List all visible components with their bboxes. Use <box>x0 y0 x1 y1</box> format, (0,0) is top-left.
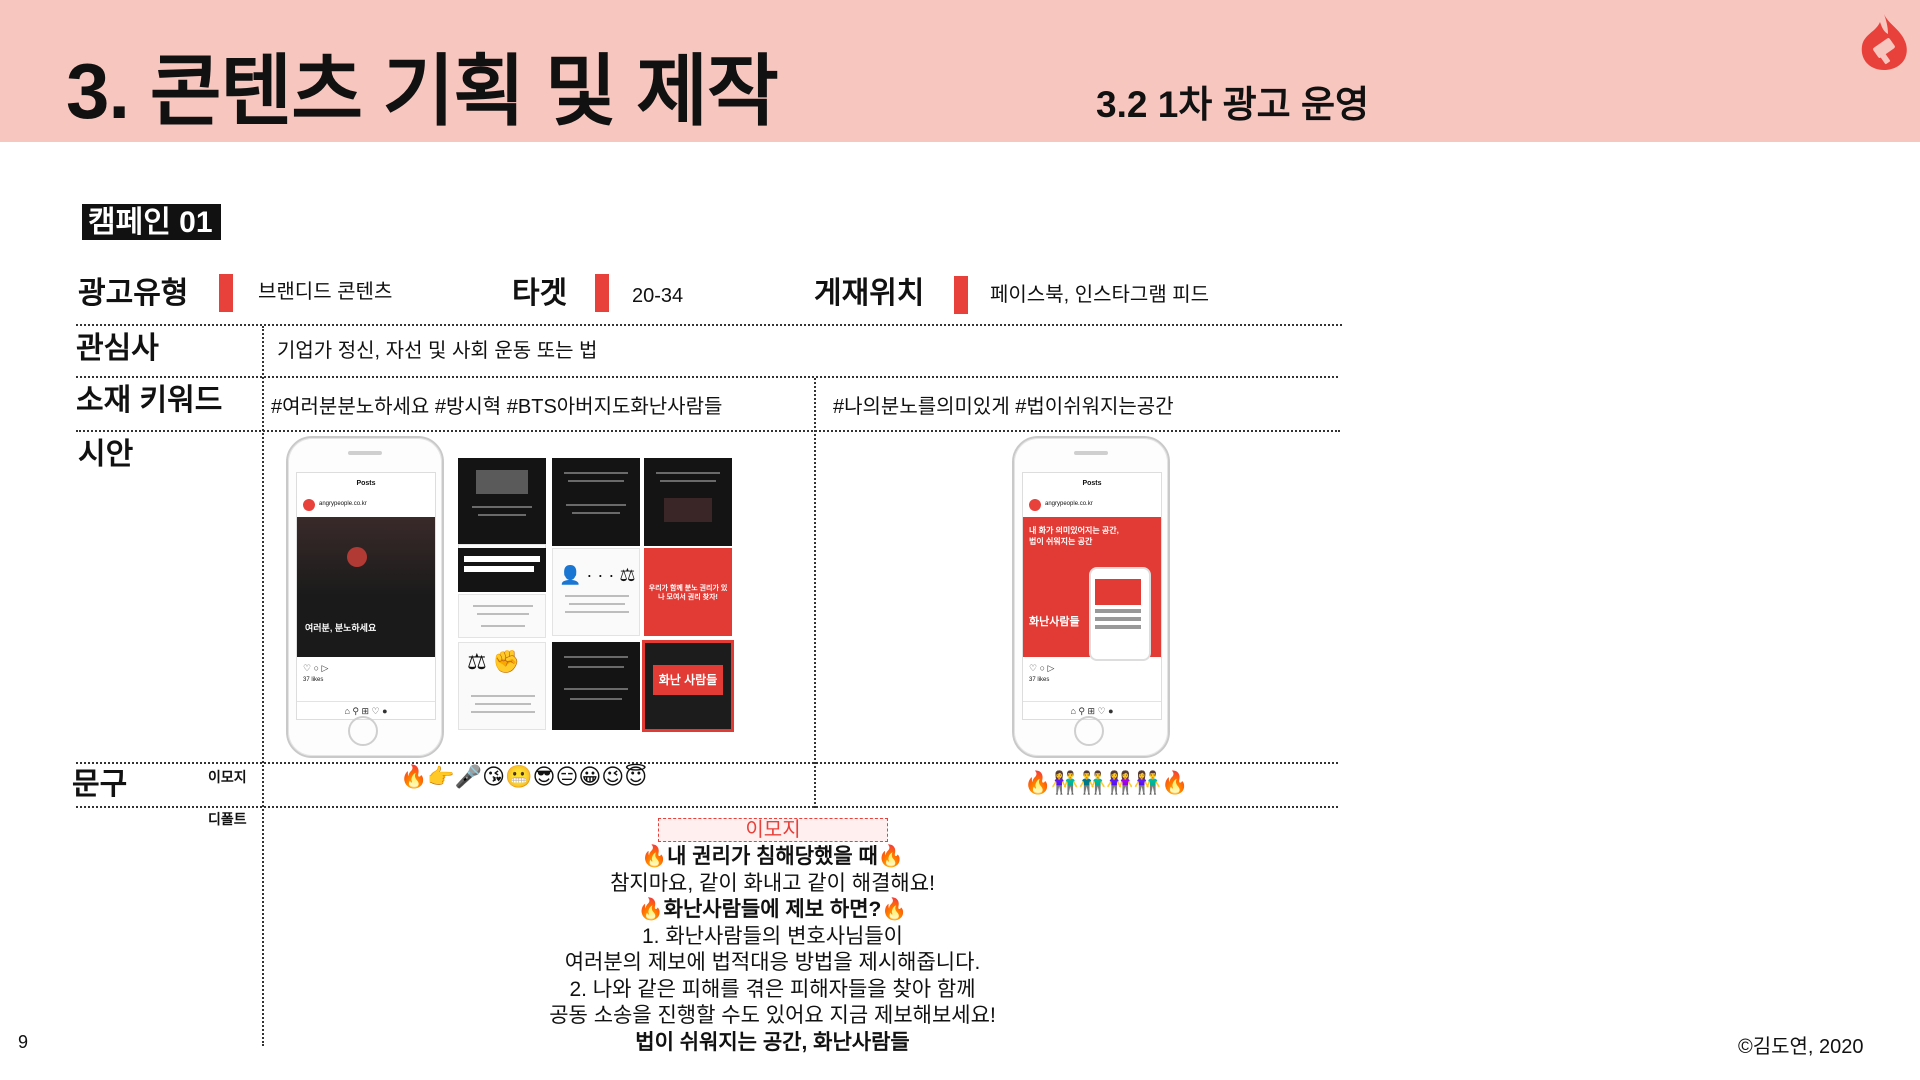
divider <box>76 324 1342 326</box>
page-number: 9 <box>18 1032 29 1052</box>
card-tile <box>458 458 546 546</box>
copy-line: 참지마요, 같이 화내고 같이 해결해요! <box>610 871 935 895</box>
card-tile <box>458 594 546 638</box>
default-label: 디폴트 <box>208 811 247 827</box>
post-image: 내 화가 의미있어지는 공간, 법이 쉬워지는 공간 화난사람들 <box>1023 517 1161 661</box>
column-divider <box>814 378 816 808</box>
phone-screen: Posts angrypeople.co.kr 내 화가 의미있어지는 공간, … <box>1022 472 1162 720</box>
copy-line: 공동 소송을 진행할 수도 있어요 지금 제보해보세요! <box>549 1004 996 1027</box>
emoji-right: 🔥👫👬👭👫🔥 <box>1024 771 1189 796</box>
post-headline: 내 화가 의미있어지는 공간, 법이 쉬워지는 공간 <box>1029 526 1119 546</box>
emoji-tag: 이모지 <box>658 818 888 842</box>
target-label: 타겟 <box>512 277 568 310</box>
card-tile: 👤 · · · ⚖ <box>552 548 640 636</box>
post-actions-icon: ♡ ○ ▷ <box>1029 663 1055 673</box>
divider <box>76 430 1340 432</box>
ad-copy-text: 🔥내 권리가 침해당했을 때🔥 참지마요, 같이 화내고 같이 해결해요! 🔥화… <box>420 844 1125 1056</box>
post-actions-icon: ♡ ○ ▷ <box>303 663 329 673</box>
home-button <box>1074 716 1104 746</box>
placement-value: 페이스북, 인스타그램 피드 <box>990 284 1210 306</box>
copy-line: 1. 화난사람들의 변호사님들이 <box>641 924 904 948</box>
card-photo <box>476 470 528 494</box>
divider <box>76 762 1338 764</box>
card-tile <box>552 642 640 730</box>
card-tile-red: 우리가 함께 분노 권리가 있나 모여서 권리 찾자! <box>644 548 732 636</box>
copyright: ©김도연, 2020 <box>1738 1036 1864 1058</box>
divider <box>76 806 1338 808</box>
profile-avatar <box>1029 499 1041 511</box>
final-card-text: 화난 사람들 <box>653 665 723 695</box>
inner-phone <box>1089 567 1151 661</box>
person-scale-icon: 👤 · · · ⚖ <box>559 565 636 585</box>
emoji-left: 🔥👉🎤😘😬😎😑😀😉😇 <box>400 765 648 790</box>
campaign-label: 캠페인 01 <box>82 204 221 240</box>
interest-value: 기업가 정신, 자선 및 사회 운동 또는 법 <box>277 340 598 362</box>
account-name: angrypeople.co.kr <box>319 501 367 507</box>
phone-screen: Posts angrypeople.co.kr 여러분, 분노하세요 ♡ ○ ▷… <box>296 472 436 720</box>
flame-logo-icon <box>1861 14 1907 70</box>
copy-line: 여러분의 제보에 법적대응 방법을 제시해줍니다. <box>564 951 981 974</box>
target-marker <box>595 274 609 312</box>
post-header: Posts <box>356 480 376 487</box>
likes-count: 37 likes <box>303 677 324 683</box>
mockup-label: 시안 <box>78 438 134 471</box>
copy-line: 2. 나와 같은 피해를 겪은 피해자들을 찾아 함께 <box>569 977 976 1001</box>
ad-type-value: 브랜디드 콘텐츠 <box>258 281 393 303</box>
copy-line: 법이 쉬워지는 공간, 화난사람들 <box>635 1030 910 1054</box>
placement-label: 게재위치 <box>814 277 925 310</box>
post-image: 여러분, 분노하세요 <box>297 517 435 657</box>
profile-avatar <box>303 499 315 511</box>
page-title: 3. 콘텐츠 기획 및 제작 <box>66 47 779 135</box>
protest-illustration-icon: ⚖ ✊ <box>467 649 521 674</box>
card-photo <box>664 498 712 522</box>
inner-headline: 화난사람들 <box>1029 616 1080 628</box>
post-headline: 여러분, 분노하세요 <box>305 623 377 633</box>
home-button <box>348 716 378 746</box>
phone-mockup-left: Posts angrypeople.co.kr 여러분, 분노하세요 ♡ ○ ▷… <box>286 436 444 758</box>
ad-type-marker <box>219 274 233 312</box>
keyword-label: 소재 키워드 <box>76 384 223 417</box>
card-tile <box>644 458 732 546</box>
account-name: angrypeople.co.kr <box>1045 501 1093 507</box>
emoji-label: 이모지 <box>208 769 247 785</box>
card-tile-final: 화난 사람들 <box>642 640 734 732</box>
interest-label: 관심사 <box>76 332 159 365</box>
keywords-right: #나의분노를의미있게 #법이쉬워지는공간 <box>833 396 1174 418</box>
copy-label: 문구 <box>72 768 128 801</box>
ad-type-label: 광고유형 <box>78 277 189 310</box>
keywords-left: #여러분분노하세요 #방시혁 #BTS아버지도화난사람들 <box>271 396 723 418</box>
card-tile <box>458 548 546 592</box>
phone-speaker <box>348 451 382 455</box>
phone-mockup-right: Posts angrypeople.co.kr 내 화가 의미있어지는 공간, … <box>1012 436 1170 758</box>
column-divider <box>262 326 264 1046</box>
target-value: 20-34 <box>632 285 684 307</box>
divider <box>76 376 1338 378</box>
card-tile <box>552 458 640 546</box>
section-subtitle: 3.2 1차 광고 운영 <box>1096 84 1370 125</box>
post-header: Posts <box>1082 480 1102 487</box>
copy-line: 🔥화난사람들에 제보 하면?🔥 <box>637 898 908 921</box>
phone-speaker <box>1074 451 1108 455</box>
card-tile: ⚖ ✊ <box>458 642 546 730</box>
placement-marker <box>954 276 968 314</box>
likes-count: 37 likes <box>1029 677 1050 683</box>
speaker-figure <box>347 547 367 567</box>
copy-line: 🔥내 권리가 침해당했을 때🔥 <box>641 845 904 868</box>
red-card-text: 우리가 함께 분노 권리가 있나 모여서 권리 찾자! <box>648 585 728 601</box>
